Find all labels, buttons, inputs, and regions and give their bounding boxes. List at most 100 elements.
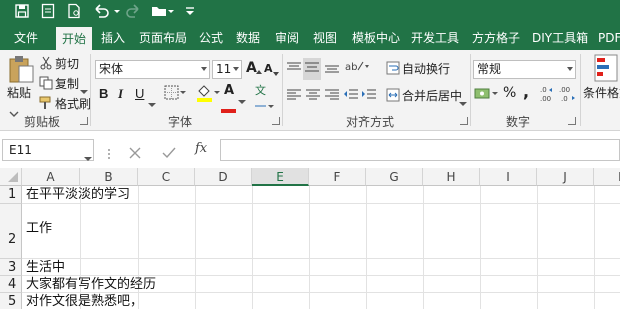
tab-view[interactable]: 视图 — [313, 27, 337, 50]
font-color-letter[interactable]: A — [224, 83, 234, 98]
name-box[interactable]: E11 — [2, 139, 94, 161]
gridline — [22, 258, 620, 259]
column-header-b[interactable]: B — [80, 168, 138, 186]
fill-color-icon[interactable] — [196, 83, 220, 107]
cell-a4[interactable]: 大家都有写作文的经历 — [26, 276, 156, 293]
borders-icon[interactable] — [164, 85, 186, 105]
percent-button[interactable]: % — [503, 85, 516, 101]
redo-icon[interactable] — [126, 3, 146, 23]
select-all-corner[interactable] — [0, 168, 22, 186]
paste-dropdown-icon[interactable] — [9, 102, 19, 121]
confirm-entry-icon[interactable] — [162, 144, 176, 163]
column-header-e[interactable]: E — [252, 168, 309, 186]
paste-button[interactable]: 粘贴 — [7, 84, 31, 101]
font-name-select[interactable]: 宋体 — [95, 60, 210, 79]
new-file-icon[interactable] — [66, 3, 86, 23]
increase-indent-icon[interactable] — [361, 87, 377, 106]
align-top-icon[interactable] — [286, 60, 302, 79]
merge-dropdown-icon[interactable] — [459, 92, 467, 111]
font-launcher-icon[interactable] — [272, 117, 280, 125]
comma-button[interactable]: , — [523, 82, 529, 101]
increase-decimal-icon[interactable]: .0.00 — [540, 84, 558, 108]
font-group-label: 字体 — [168, 115, 193, 129]
tab-review[interactable]: 审阅 — [275, 27, 299, 50]
cell-a1[interactable]: 在平平淡淡的学习 — [26, 186, 130, 204]
decrease-indent-icon[interactable] — [343, 87, 359, 106]
name-box-dropdown-icon[interactable] — [84, 147, 92, 166]
print-preview-icon[interactable] — [40, 3, 60, 23]
ribbon: 粘贴 剪切 复制 格式刷 剪贴板 宋体 11 A A B I U A 文 字体 … — [0, 50, 620, 131]
align-left-icon[interactable] — [286, 87, 302, 106]
column-header-g[interactable]: G — [366, 168, 423, 186]
column-header-d[interactable]: D — [195, 168, 252, 186]
customize-qat-icon[interactable] — [182, 3, 202, 23]
font-color-dropdown-icon[interactable] — [238, 90, 246, 109]
paste-icon[interactable] — [7, 54, 35, 88]
gridline — [537, 186, 538, 309]
open-folder-icon[interactable] — [150, 3, 174, 23]
column-header-a[interactable]: A — [22, 168, 80, 186]
column-header-c[interactable]: C — [138, 168, 195, 186]
align-middle-icon[interactable] — [303, 58, 321, 80]
font-color-bar — [221, 98, 239, 117]
shrink-font-button[interactable]: A — [264, 62, 273, 75]
orientation-icon[interactable]: ab — [344, 58, 370, 78]
underline-dropdown-icon[interactable] — [148, 93, 156, 112]
bold-button[interactable]: B — [99, 86, 108, 101]
gridline — [594, 186, 595, 309]
gridline — [309, 186, 310, 309]
copy-button[interactable]: 复制 — [55, 75, 79, 92]
undo-icon[interactable] — [92, 3, 122, 23]
font-size-select[interactable]: 11 — [212, 60, 242, 79]
number-format-select[interactable]: 常规 — [473, 60, 576, 79]
column-header-h[interactable]: H — [423, 168, 480, 186]
row-header-3[interactable]: 3 — [0, 259, 22, 276]
italic-button[interactable]: I — [118, 86, 123, 102]
column-header-k[interactable]: K — [594, 168, 620, 186]
clipboard-launcher-icon[interactable] — [80, 117, 88, 125]
wrap-text-button[interactable]: 自动换行 — [402, 60, 450, 77]
tab-page-layout[interactable]: 页面布局 — [139, 27, 187, 50]
format-painter-button[interactable]: 格式刷 — [55, 95, 91, 112]
underline-button[interactable]: U — [135, 86, 144, 101]
cell-a3[interactable]: 生活中 — [26, 259, 65, 276]
formula-input[interactable] — [220, 139, 620, 161]
column-header-j[interactable]: J — [537, 168, 594, 186]
shrink-arrow-icon — [273, 62, 279, 81]
number-launcher-icon[interactable] — [568, 117, 576, 125]
column-header-i[interactable]: I — [480, 168, 537, 186]
worksheet-grid[interactable]: A B C D E F G H I J K 1 在平平淡淡的学习 2 工作 3 … — [0, 168, 620, 309]
save-icon[interactable] — [14, 3, 34, 23]
insert-function-button[interactable]: fx — [195, 141, 207, 156]
cut-button[interactable]: 剪切 — [55, 55, 79, 72]
align-bottom-icon[interactable] — [324, 60, 340, 79]
cell-a2[interactable]: 工作 — [26, 220, 52, 238]
tab-file[interactable]: 文件 — [14, 27, 38, 50]
tab-fangfang[interactable]: 方方格子 — [472, 27, 520, 50]
row-header-5[interactable]: 5 — [0, 293, 22, 309]
align-right-icon[interactable] — [324, 87, 340, 106]
decrease-decimal-icon[interactable]: .00.0 — [559, 84, 577, 108]
cell-a5[interactable]: 对作文很是熟悉吧， — [26, 293, 143, 309]
conditional-format-button[interactable]: 条件格式 — [583, 84, 620, 101]
row-header-2[interactable]: 2 — [0, 204, 22, 259]
svg-text:.0: .0 — [540, 86, 547, 94]
column-header-f[interactable]: F — [309, 168, 366, 186]
tab-home[interactable]: 开始 — [56, 27, 92, 50]
row-header-4[interactable]: 4 — [0, 276, 22, 293]
scissors-icon — [39, 55, 53, 74]
accounting-format-icon[interactable] — [474, 86, 500, 106]
tab-templates[interactable]: 模板中心 — [352, 27, 400, 50]
alignment-launcher-icon[interactable] — [460, 117, 468, 125]
tab-developer[interactable]: 开发工具 — [411, 27, 459, 50]
tab-insert[interactable]: 插入 — [101, 27, 125, 50]
conditional-format-icon[interactable] — [594, 54, 620, 88]
tab-diy-toolbox[interactable]: DIY工具箱 — [532, 27, 588, 50]
row-header-1[interactable]: 1 — [0, 186, 22, 204]
tab-data[interactable]: 数据 — [236, 27, 260, 50]
merge-center-button[interactable]: 合并后居中 — [402, 87, 462, 104]
cancel-entry-icon[interactable] — [129, 144, 141, 163]
tab-pdf[interactable]: PDF — [598, 27, 620, 50]
align-center-icon[interactable] — [305, 87, 321, 106]
tab-formulas[interactable]: 公式 — [199, 27, 223, 50]
